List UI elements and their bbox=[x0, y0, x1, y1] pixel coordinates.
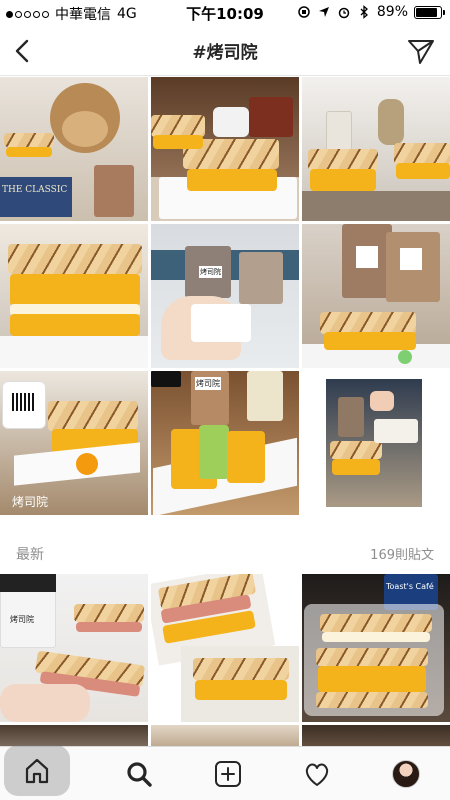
post-thumbnail[interactable]: 烤司院 bbox=[0, 574, 148, 722]
post-thumbnail[interactable] bbox=[302, 77, 450, 221]
tab-search[interactable] bbox=[94, 747, 183, 800]
handwritten-caption: 烤司院 bbox=[12, 495, 49, 509]
add-post-icon bbox=[214, 760, 241, 787]
tab-home[interactable] bbox=[4, 745, 70, 796]
nav-bar: #烤司院 bbox=[0, 26, 450, 76]
page-title: #烤司院 bbox=[192, 43, 258, 63]
recent-section-header: 最新 169則貼文 bbox=[0, 538, 450, 568]
search-icon bbox=[126, 761, 152, 787]
post-thumbnail[interactable] bbox=[0, 224, 148, 368]
post-count: 169則貼文 bbox=[370, 548, 434, 563]
location-icon bbox=[318, 7, 329, 17]
bluetooth-icon bbox=[360, 5, 368, 19]
orientation-lock-icon bbox=[298, 6, 310, 18]
status-right: 89% bbox=[297, 4, 445, 20]
cup-label: Toast's Café bbox=[386, 582, 434, 591]
battery-percent: 89% bbox=[376, 4, 408, 20]
box-label: THE CLASSIC bbox=[2, 185, 68, 195]
tab-activity[interactable] bbox=[272, 747, 361, 800]
cup-label: 烤司院 bbox=[195, 377, 221, 390]
home-icon bbox=[25, 758, 49, 783]
recent-posts-grid: 烤司院 Toast's Café bbox=[0, 574, 450, 753]
tab-profile[interactable] bbox=[361, 747, 450, 800]
post-thumbnail[interactable]: Toast's Café bbox=[302, 574, 450, 722]
status-bar: 中華電信 4G 下午10:09 89% bbox=[0, 0, 450, 26]
profile-avatar bbox=[391, 759, 420, 788]
tab-add-post[interactable] bbox=[183, 747, 272, 800]
battery-icon bbox=[414, 5, 445, 19]
post-thumbnail[interactable]: THE CLASSIC bbox=[0, 77, 148, 221]
post-thumbnail[interactable] bbox=[151, 77, 299, 221]
hashtag-page: 中華電信 4G 下午10:09 89% #烤司院 THE CLASSIC 烤司院… bbox=[0, 0, 450, 800]
post-thumbnail[interactable]: 烤司院 bbox=[151, 224, 299, 368]
post-thumbnail[interactable]: 烤司院 bbox=[0, 371, 148, 515]
post-thumbnail[interactable]: 烤司院 bbox=[151, 371, 299, 515]
alarm-icon bbox=[338, 7, 350, 19]
share-send-icon[interactable] bbox=[406, 36, 436, 66]
post-thumbnail[interactable] bbox=[302, 371, 450, 515]
heart-icon bbox=[305, 763, 328, 786]
section-title: 最新 bbox=[16, 547, 44, 563]
post-thumbnail[interactable] bbox=[151, 574, 299, 722]
tab-bar bbox=[0, 745, 450, 800]
top-posts-grid: THE CLASSIC 烤司院 烤司院 烤司院 bbox=[0, 77, 450, 515]
cup-label: 烤司院 bbox=[199, 266, 222, 278]
cup-label: 烤司院 bbox=[10, 615, 34, 624]
post-thumbnail[interactable] bbox=[302, 224, 450, 368]
